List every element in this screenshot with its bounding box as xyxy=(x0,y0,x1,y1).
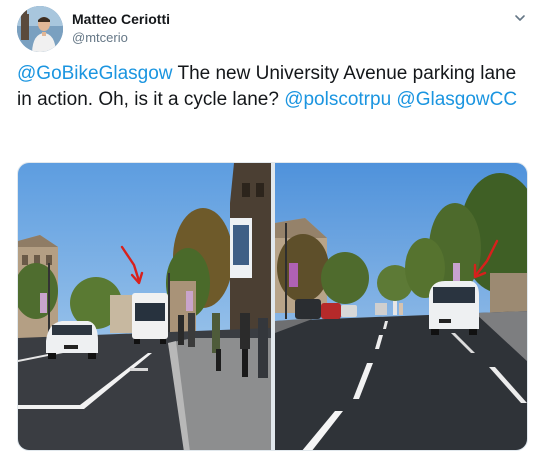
mention-link[interactable]: @polscotrpu xyxy=(284,89,391,110)
avatar[interactable] xyxy=(17,6,63,52)
display-name[interactable]: Matteo Ceriotti xyxy=(72,10,170,28)
avatar-image xyxy=(17,6,63,52)
handle[interactable]: @mtcerio xyxy=(72,29,170,47)
chevron-down-icon[interactable] xyxy=(510,8,530,28)
media-grid xyxy=(17,162,528,451)
author-block: Matteo Ceriotti @mtcerio xyxy=(72,10,170,47)
mention-link[interactable]: @GlasgowCC xyxy=(396,89,517,110)
tweet-card: Matteo Ceriotti @mtcerio @GoBikeGlasgow … xyxy=(0,0,539,462)
street-photo-right[interactable] xyxy=(275,163,527,450)
tweet-text: @GoBikeGlasgow The new University Avenue… xyxy=(17,61,522,113)
street-photo-left[interactable] xyxy=(18,163,271,450)
mention-link[interactable]: @GoBikeGlasgow xyxy=(17,63,173,84)
